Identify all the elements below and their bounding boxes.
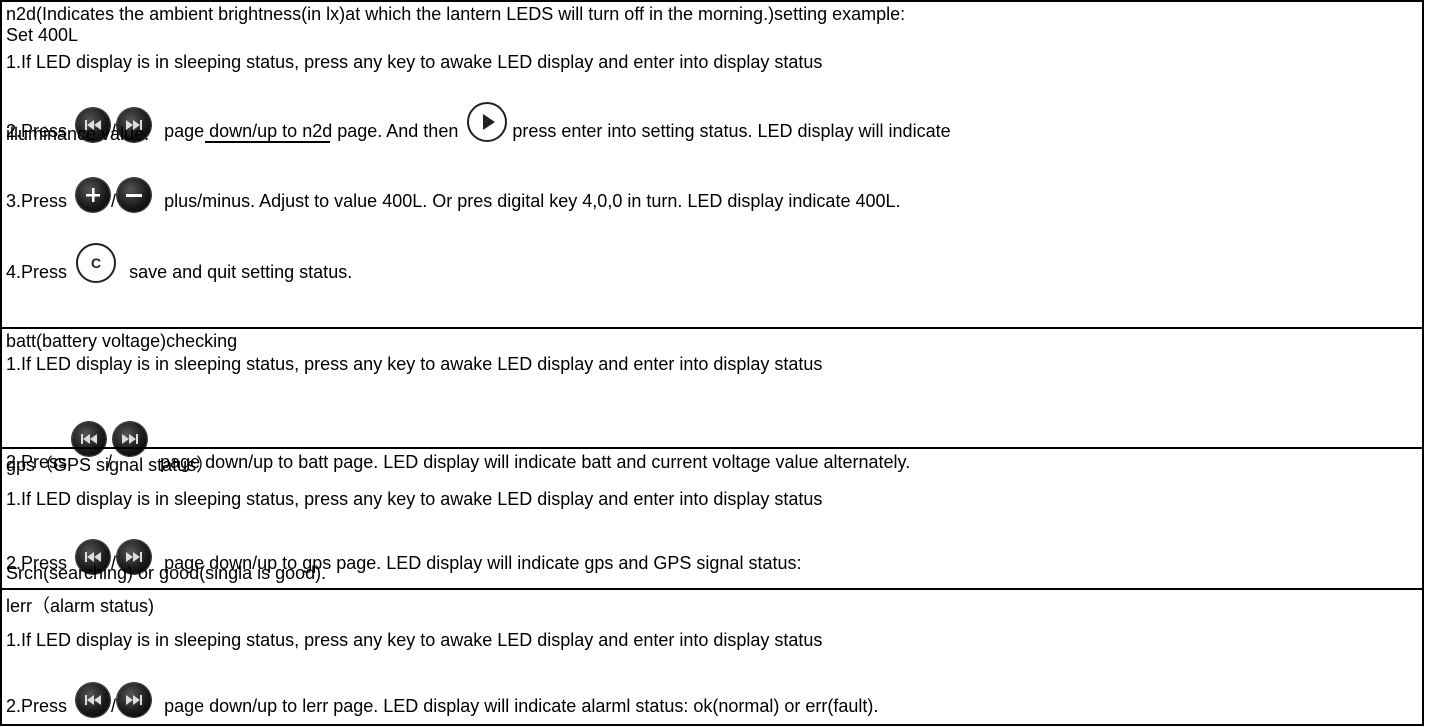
step-2-continued: illuminance value. [6,124,150,144]
section-title: n2d(Indicates the ambient brightness(in … [6,4,906,24]
step-4: 4.Press C save and quit setting status. [6,243,352,283]
section-batt: batt(battery voltage)checking 1.If LED d… [2,327,1422,472]
step-4-prefix: 4.Press [6,262,68,282]
underline-mark [205,141,330,143]
instruction-table: n2d(Indicates the ambient brightness(in … [0,0,1424,726]
c-save-icon: C [76,243,117,283]
separator: / [111,191,117,211]
step-2-continued: Srch(searching) or good(singla is good). [6,563,327,583]
step-1: 1.If LED display is in sleeping status, … [6,489,823,509]
minus-icon [117,178,152,212]
section-gps: gps（GPS signal status） 1.If LED display … [2,447,1422,588]
play-enter-icon [467,102,508,142]
section-title: batt(battery voltage)checking [6,331,238,351]
step-3-suffix: plus/minus. Adjust to value 400L. Or pre… [164,191,901,211]
section-title: gps（GPS signal status） [6,455,215,475]
section-title: lerr（alarm status) [6,596,155,616]
step-2-mid: page down/up to n2d page. And then [164,121,459,141]
plus-icon [76,178,111,212]
step-2-prefix: 2.Press [6,696,68,716]
step-2: 2.Press / page down/up to lerr page. LED… [6,683,878,717]
next-track-icon [117,683,152,717]
step-3-prefix: 3.Press [6,191,68,211]
previous-track-icon [76,683,111,717]
section-n2d: n2d(Indicates the ambient brightness(in … [2,2,1422,327]
separator: / [111,696,117,716]
section-lerr: lerr（alarm status) 1.If LED display is i… [2,588,1422,724]
section-subtitle: Set 400L [6,25,79,45]
step-3: 3.Press / plus/minus. Adjust to value 40… [6,178,901,212]
step-2-suffix: press enter into setting status. LED dis… [512,121,951,141]
step-1: 1.If LED display is in sleeping status, … [6,630,823,650]
svg-text:C: C [91,255,101,271]
step-4-suffix: save and quit setting status. [129,262,353,282]
step-1: 1.If LED display is in sleeping status, … [6,52,823,72]
step-2-suffix: page down/up to lerr page. LED display w… [164,696,879,716]
step-1: 1.If LED display is in sleeping status, … [6,354,823,374]
